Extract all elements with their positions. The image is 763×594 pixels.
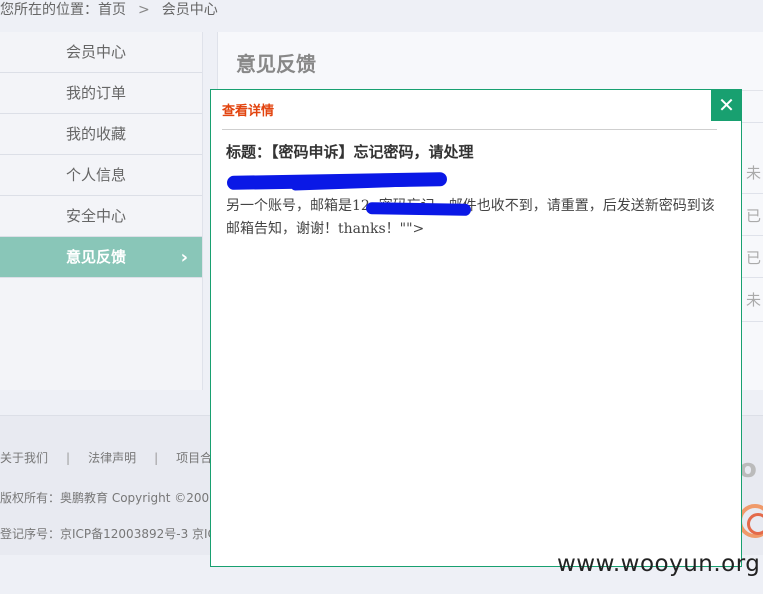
footer-link-projects[interactable]: 项目合 bbox=[176, 451, 212, 465]
sidebar-item-label: 安全中心 bbox=[66, 207, 127, 225]
sidebar-item-label: 会员中心 bbox=[66, 43, 127, 61]
status-cell: 未 bbox=[745, 291, 761, 309]
footer-separator: | bbox=[66, 451, 71, 465]
divider bbox=[740, 122, 763, 123]
breadcrumb-separator: > bbox=[138, 2, 150, 18]
divider bbox=[740, 321, 763, 322]
sidebar-item-personal-info[interactable]: 个人信息 bbox=[0, 155, 202, 196]
chevron-right-icon: › bbox=[180, 247, 188, 268]
footer-links: 关于我们 | 法律声明 | 项目合 bbox=[0, 449, 212, 466]
feedback-heading: 标题：【密码申诉】忘记密码，请处理 bbox=[226, 143, 474, 161]
breadcrumb-home-link[interactable]: 首页 bbox=[98, 2, 126, 18]
modal-divider bbox=[222, 129, 717, 130]
status-cell: 未 bbox=[745, 164, 761, 182]
sidebar-item-label: 意见反馈 bbox=[66, 248, 127, 266]
status-cell: 已 bbox=[745, 249, 761, 267]
sidebar-item-label: 我的订单 bbox=[66, 84, 127, 102]
footer-separator: | bbox=[154, 451, 159, 465]
status-cell: 已 bbox=[745, 207, 761, 225]
close-icon[interactable]: ✕ bbox=[711, 90, 742, 121]
sidebar-item-member-center[interactable]: 会员中心 bbox=[0, 32, 202, 73]
sidebar-item-security[interactable]: 安全中心 bbox=[0, 196, 202, 237]
feedback-body: 另一个账号，邮箱是12 ,密码忘记，邮件也收不到，请重置，后发送新密码到该邮箱告… bbox=[226, 198, 715, 237]
footer-icp-record: 登记序号：京ICP备12003892号-3 京ICP证 bbox=[0, 527, 236, 541]
sidebar: 会员中心 我的订单 我的收藏 个人信息 安全中心 意见反馈 › bbox=[0, 32, 203, 390]
divider bbox=[740, 235, 763, 236]
sidebar-item-label: 我的收藏 bbox=[66, 125, 127, 143]
footer-link-legal[interactable]: 法律声明 bbox=[88, 451, 136, 465]
breadcrumb-current-link[interactable]: 会员中心 bbox=[162, 2, 218, 18]
modal-title: 查看详情 bbox=[222, 104, 275, 119]
divider bbox=[740, 193, 763, 194]
divider bbox=[740, 277, 763, 278]
sidebar-item-feedback[interactable]: 意见反馈 › bbox=[0, 237, 202, 278]
page-title: 意见反馈 bbox=[236, 52, 316, 76]
footer-link-about[interactable]: 关于我们 bbox=[0, 451, 48, 465]
redaction-mark bbox=[365, 202, 472, 216]
breadcrumb-prefix: 您所在的位置： bbox=[0, 2, 98, 18]
sidebar-item-label: 个人信息 bbox=[66, 166, 127, 184]
sidebar-item-favorites[interactable]: 我的收藏 bbox=[0, 114, 202, 155]
breadcrumb: 您所在的位置：首页 > 会员中心 bbox=[0, 0, 218, 22]
footer-copyright: 版权所有：奥鹏教育 Copyright ©2003-2 bbox=[0, 491, 229, 505]
sidebar-item-orders[interactable]: 我的订单 bbox=[0, 73, 202, 114]
watermark: www.wooyun.org bbox=[557, 551, 761, 577]
detail-modal: 查看详情 ✕ 标题：【密码申诉】忘记密码，请处理 另一个账号，邮箱是12 ,密码… bbox=[210, 89, 742, 567]
